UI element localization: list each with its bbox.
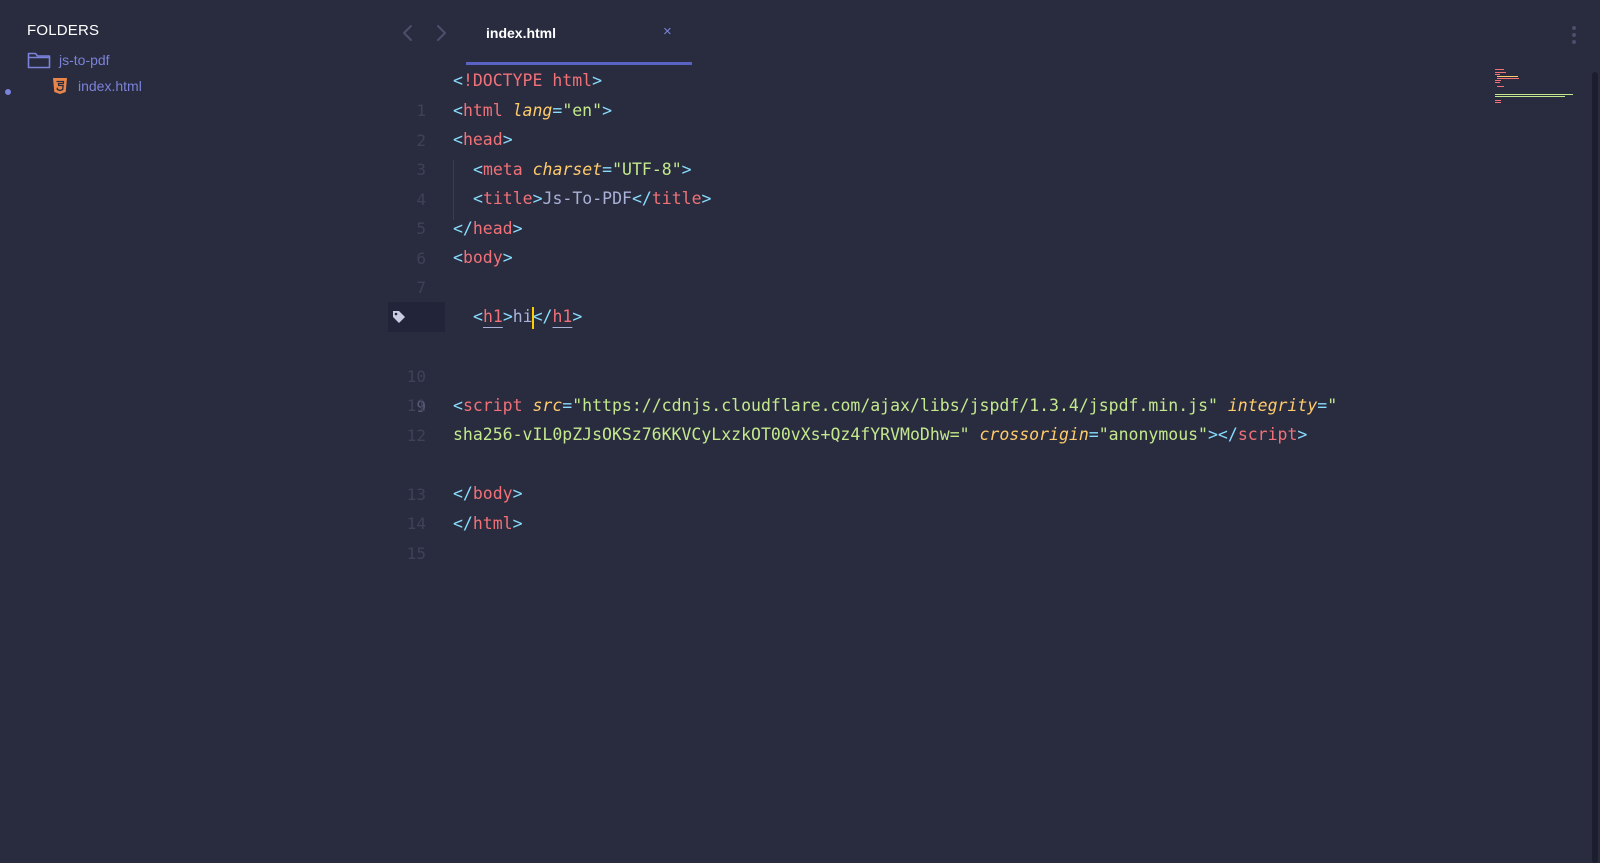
code-line[interactable]: 1 <!DOCTYPE html> — [388, 66, 1488, 120]
tab-title: index.html — [486, 25, 557, 41]
code-line[interactable]: 11 — [388, 361, 1488, 415]
line-code: </head> — [453, 218, 523, 238]
code-line[interactable]: 13 — [388, 450, 1488, 504]
file-index-html[interactable]: index.html — [52, 77, 142, 95]
code-line[interactable]: 15 </html> — [388, 509, 1488, 563]
line-number: 15 — [406, 543, 426, 563]
code-line[interactable]: 4 <meta charset="UTF-8"> — [388, 155, 1488, 209]
folder-js-to-pdf[interactable]: js-to-pdf — [27, 51, 110, 69]
close-icon[interactable]: × — [663, 23, 672, 40]
line-code: <body> — [453, 248, 513, 267]
file-label: index.html — [78, 78, 142, 94]
kebab-menu-icon[interactable] — [1570, 24, 1578, 46]
code-line-active[interactable]: 9 <h1>hi</h1> — [388, 302, 1488, 416]
code-editor[interactable]: 1 <!DOCTYPE html> 2 <html lang="en"> 3 <… — [388, 66, 1488, 863]
line-code: <title>Js-To-PDF</title> — [473, 189, 712, 208]
code-line[interactable]: 10 — [388, 332, 1488, 386]
tag-icon — [393, 311, 405, 323]
sidebar-heading: FOLDERS — [27, 22, 100, 39]
folder-icon — [27, 52, 51, 69]
chevron-right-icon[interactable] — [431, 22, 451, 44]
code-line[interactable]: 2 <html lang="en"> — [388, 96, 1488, 150]
line-code: <meta charset="UTF-8"> — [473, 159, 692, 179]
minimap[interactable] — [1495, 67, 1575, 117]
line-code: <script src="https://cdnjs.cloudflare.co… — [453, 395, 1338, 415]
chevron-left-icon[interactable] — [398, 22, 418, 44]
line-code: <!DOCTYPE html> — [453, 71, 603, 90]
code-line[interactable]: 6 </head> — [388, 214, 1488, 268]
code-line[interactable]: 12 <script src="https://cdnjs.cloudflare… — [388, 391, 1488, 445]
modified-indicator — [5, 89, 11, 95]
line-code: <head> — [453, 130, 513, 149]
line-code: </body> — [453, 484, 523, 503]
code-line-wrapped[interactable]: sha256-vIL0pZJsOKSz76KKVCyLxzkOT00vXs+Qz… — [388, 420, 1488, 450]
active-tab-indicator — [466, 62, 692, 65]
folder-label: js-to-pdf — [59, 52, 110, 68]
html5-icon — [53, 78, 67, 94]
line-code: sha256-vIL0pZJsOKSz76KKVCyLxzkOT00vXs+Qz… — [453, 425, 1308, 444]
code-line[interactable]: 5 <title>Js-To-PDF</title> — [388, 184, 1488, 238]
line-code: <html lang="en"> — [453, 100, 612, 120]
code-line[interactable]: 8 — [388, 273, 1488, 327]
tab-index-html[interactable]: index.html × — [466, 14, 692, 68]
line-code: </html> — [453, 513, 523, 533]
sidebar: FOLDERS js-to-pdf index.html — [0, 0, 380, 863]
code-line[interactable]: 7 <body> — [388, 243, 1488, 297]
code-line[interactable]: 3 <head> — [388, 125, 1488, 179]
line-code: <h1>hi</h1> — [473, 302, 582, 332]
code-line[interactable]: 14 </body> — [388, 479, 1488, 533]
vertical-scrollbar[interactable] — [1592, 72, 1598, 863]
